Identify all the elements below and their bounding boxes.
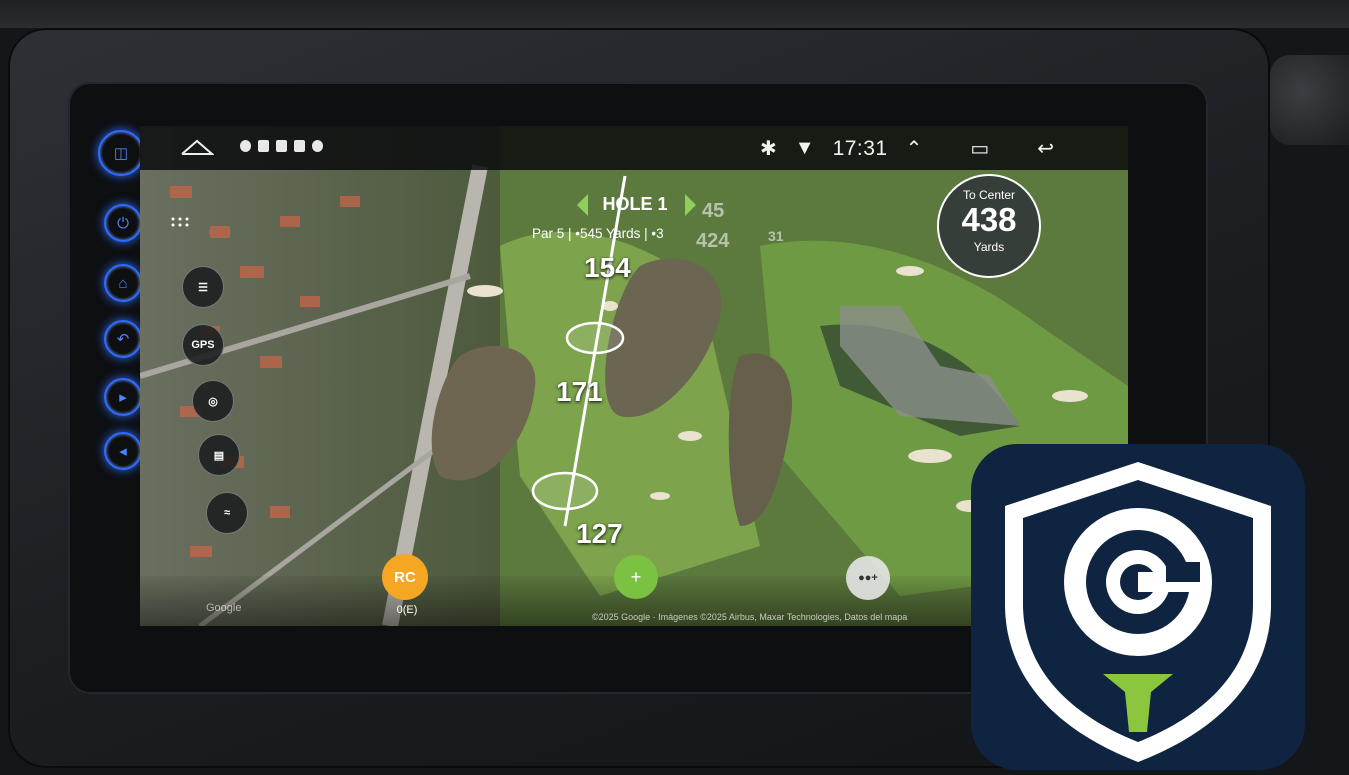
plus-label: + (630, 566, 642, 587)
score-to-par: 0(E) (396, 604, 418, 616)
notification-icon (312, 140, 323, 152)
players-icon[interactable]: ●●+ (846, 556, 890, 600)
notification-icon (258, 140, 269, 152)
volume-down-icon[interactable]: ◂ (104, 432, 142, 470)
notes-icon[interactable]: ▤ (198, 434, 240, 476)
hole-title: HOLE 1 (602, 194, 668, 214)
power-icon[interactable]: ⏻ (104, 204, 142, 242)
home-icon[interactable] (180, 138, 214, 158)
ghost-distance: 31 (768, 228, 784, 244)
gps-label: GPS (191, 339, 215, 351)
ghost-distance: 424 (696, 230, 730, 252)
to-center-label: To Center (962, 188, 1016, 202)
volume-up-icon[interactable]: ▸ (104, 378, 142, 416)
rc-label: RC (394, 568, 416, 586)
wifi-icon: ▼ (794, 137, 815, 159)
dashboard-knob (1270, 55, 1349, 145)
home-icon[interactable]: ⌂ (104, 264, 142, 302)
notification-icon (276, 140, 287, 152)
recent-apps-icon[interactable]: ▭ (970, 136, 989, 161)
hole-info: Par 5 | •545 Yards | •3 (532, 226, 664, 241)
menu-grid-icon[interactable] (170, 216, 190, 232)
target-icon[interactable]: ◎ (192, 380, 234, 422)
to-center-badge[interactable]: To Center 438 Yards (937, 174, 1041, 278)
chevron-up-icon[interactable]: ⌃ (906, 136, 923, 161)
google-label: Google (206, 602, 242, 614)
top-dashboard-band (0, 0, 1349, 28)
clock: 17:31 (832, 136, 888, 160)
app-logo (971, 444, 1305, 770)
back-icon[interactable]: ↶ (104, 320, 142, 358)
rc-button[interactable]: RC (382, 554, 428, 600)
distance-label: 127 (576, 518, 623, 549)
gps-button[interactable]: GPS (182, 324, 224, 366)
ghost-distance: 45 (702, 200, 725, 222)
signal-icon[interactable]: ≈ (206, 492, 248, 534)
par-label: Par 5 (532, 226, 565, 241)
notification-icons (240, 140, 323, 152)
bluetooth-icon: ✱ (760, 138, 777, 160)
notification-icon (294, 140, 305, 152)
car-icon[interactable]: ◫ (98, 130, 144, 176)
yards-label: 545 Yards (580, 226, 641, 241)
add-button[interactable]: + (614, 555, 658, 599)
scorecard-icon[interactable]: ☰ (182, 266, 224, 308)
to-center-unit: Yards (973, 240, 1005, 254)
back-icon[interactable]: ↩ (1037, 136, 1054, 161)
next-hole-arrow[interactable] (685, 194, 696, 216)
to-center-value: 438 (961, 201, 1017, 238)
distance-label: 154 (584, 252, 631, 283)
location-icon (240, 140, 251, 152)
map-copyright: ©2025 Google · Imágenes ©2025 Airbus, Ma… (592, 612, 908, 622)
status-right: ✱ ▼ 17:31 ⌃ ▭ ↩ (760, 136, 1054, 161)
distance-label: 171 (556, 376, 603, 407)
android-status-bar: ✱ ▼ 17:31 ⌃ ▭ ↩ (140, 126, 1128, 170)
handicap-label: 3 (656, 226, 664, 241)
shield-logo-icon (1005, 462, 1271, 762)
